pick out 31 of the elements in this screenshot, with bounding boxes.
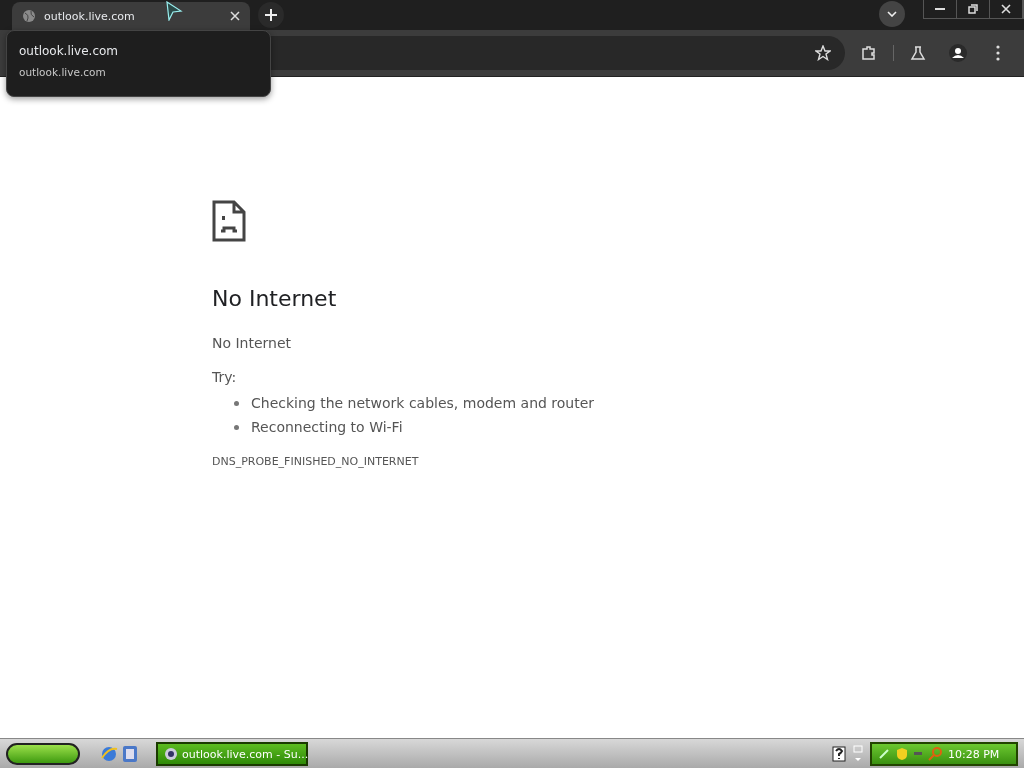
globe-icon <box>164 747 178 761</box>
error-code: DNS_PROBE_FINISHED_NO_INTERNET <box>212 455 420 468</box>
help-icon[interactable] <box>832 746 846 762</box>
error-heading: No Internet <box>212 286 338 311</box>
document-icon[interactable] <box>122 745 138 763</box>
star-icon[interactable] <box>815 45 831 61</box>
browser-tab[interactable]: outlook.live.com <box>12 2 250 30</box>
bullet-icon <box>234 424 239 430</box>
globe-icon <box>22 9 36 23</box>
minimize-icon <box>935 7 945 11</box>
bullet-icon <box>234 400 239 406</box>
close-icon[interactable] <box>230 11 240 21</box>
suggestion-text: Checking the network cables, modem and router <box>251 395 595 411</box>
mouse-pointer-icon <box>165 1 183 21</box>
close-icon <box>1001 4 1011 14</box>
sad-page-icon <box>212 200 246 242</box>
clock: 10:28 PM <box>948 747 1000 761</box>
tab-search-button[interactable] <box>879 1 905 27</box>
restore-icon <box>968 4 978 14</box>
suggestion-text: Reconnecting to Wi-Fi <box>251 419 403 435</box>
start-button[interactable] <box>6 743 80 765</box>
tooltip-url: outlook.live.com <box>19 66 107 78</box>
network-icon[interactable] <box>878 748 890 760</box>
plus-icon <box>265 9 277 21</box>
tooltip-title: outlook.live.com <box>19 44 120 58</box>
try-label: Try: <box>212 369 238 385</box>
chevron-down-icon <box>887 11 897 17</box>
error-message: No Internet <box>212 335 293 351</box>
dash-icon[interactable] <box>914 752 922 756</box>
new-tab-button[interactable] <box>258 2 284 28</box>
browser-icon[interactable] <box>100 745 118 763</box>
